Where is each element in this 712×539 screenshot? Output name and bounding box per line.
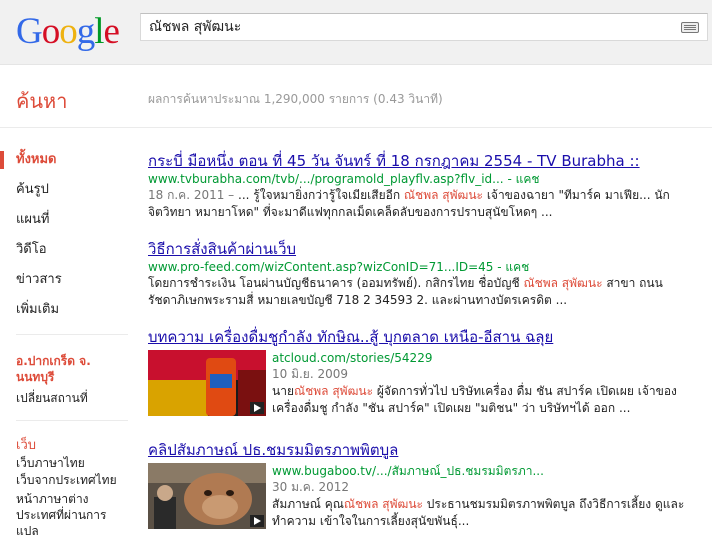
result-date: 18 ก.ค. 2011 – (148, 188, 235, 202)
result-item: คลิปสัมภาษณ์ ปธ.ชมรมมิตรภาพพิตบูล www.bu… (148, 441, 708, 533)
result-item: บทความ เครื่องดื่มชูกำลัง ทักษิณ..สู้ บุ… (148, 328, 708, 420)
logo-letter: G (16, 11, 43, 52)
sidebar: ทั้งหมด ค้นรูป แผนที่ วิดีโอ ข่าวสาร เพิ… (0, 145, 130, 325)
snippet-text: ... รู้ใจหมายิ่งกว่ารู้ใจเมียเสียอีก (234, 188, 404, 202)
result-snippet: นายณัชพล สุพัฒนะ ผู้จัดการทั่วไป บริษัทเ… (272, 383, 708, 417)
play-icon (250, 515, 264, 527)
result-stats: ผลการค้นหาประมาณ 1,290,000 รายการ (0.43 … (148, 92, 443, 106)
result-url: atcloud.com/stories/54229 (272, 351, 433, 365)
result-date-text: 10 มิ.ย. 2009 (272, 367, 349, 381)
keyboard-icon[interactable] (681, 22, 699, 33)
nav-item-all[interactable]: ทั้งหมด (0, 145, 130, 175)
change-location-link[interactable]: เปลี่ยนสถานที่ (16, 389, 88, 408)
sidebar-divider (16, 420, 128, 421)
logo-letter: g (76, 11, 95, 52)
logo-letter: o (59, 11, 77, 52)
result-body: atcloud.com/stories/54229 10 มิ.ย. 2009 … (148, 350, 708, 420)
top-bar: Google (0, 0, 712, 65)
snippet-text: สัมภาษณ์ คุณ (272, 497, 344, 511)
snippet-highlight: ณัชพล สุพัฒนะ (293, 384, 374, 398)
section-title: ค้นหา (16, 89, 68, 113)
result-url: www.bugaboo.tv/.../สัมภาษณ์_ปธ.ชมรมมิตรภ… (272, 464, 544, 478)
result-body: www.bugaboo.tv/.../สัมภาษณ์_ปธ.ชมรมมิตรภ… (148, 463, 708, 533)
nav-item-videos[interactable]: วิดีโอ (0, 235, 130, 265)
search-input[interactable] (149, 14, 669, 40)
web-option-from-thailand[interactable]: เว็บจากประเทศไทย (16, 472, 117, 488)
result-item: วิธีการสั่งสินค้าผ่านเว็บ www.pro-feed.c… (148, 240, 708, 309)
snippet-highlight: ณัชพล สุพัฒนะ (403, 188, 483, 202)
video-thumbnail[interactable] (148, 463, 266, 529)
result-title-link[interactable]: วิธีการสั่งสินค้าผ่านเว็บ (148, 240, 708, 259)
snippet-text: โดยการชำระเงิน โอนผ่านบัญชีธนาคาร (ออมทร… (148, 276, 524, 290)
logo-letter: e (103, 11, 120, 52)
energy-drink-image (148, 350, 266, 416)
result-text: www.bugaboo.tv/.../สัมภาษณ์_ปธ.ชมรมมิตรภ… (272, 463, 708, 530)
result-url: www.pro-feed.com/wizContent.asp?wizConID… (148, 259, 708, 275)
search-box[interactable] (140, 13, 708, 41)
snippet-text: นาย (272, 384, 294, 398)
result-url-text: www.tvburabha.com/tvb/.../programold_pla… (148, 172, 504, 186)
logo-letter: l (94, 11, 104, 52)
pitbull-dog-image (148, 463, 266, 529)
result-date: 30 ม.ค. 2012 (272, 479, 708, 496)
nav-item-more[interactable]: เพิ่มเติม (0, 295, 130, 325)
result-url: www.tvburabha.com/tvb/.../programold_pla… (148, 171, 708, 187)
result-item: กระบี่ มือหนึ่ง ตอน ที่ 45 วัน จันทร์ ที… (148, 152, 708, 221)
result-snippet: 18 ก.ค. 2011 – ... รู้ใจหมายิ่งกว่ารู้ใจ… (148, 187, 708, 221)
google-logo[interactable]: Google (16, 10, 120, 53)
results-header: ค้นหา ผลการค้นหาประมาณ 1,290,000 รายการ … (0, 65, 712, 128)
result-text: atcloud.com/stories/54229 10 มิ.ย. 2009 … (272, 350, 708, 417)
web-filter-title[interactable]: เว็บ (16, 434, 36, 455)
sidebar-divider (16, 334, 128, 335)
logo-letter: o (41, 11, 60, 52)
result-snippet: สัมภาษณ์ คุณณัชพล สุพัฒนะ ประธานชมรมมิตร… (272, 496, 708, 530)
play-icon (250, 402, 264, 414)
snippet-highlight: ณัชพล สุพัฒนะ (523, 276, 603, 290)
result-date-text: 30 ม.ค. 2012 (272, 480, 350, 494)
result-title-link[interactable]: กระบี่ มือหนึ่ง ตอน ที่ 45 วัน จันทร์ ที… (148, 152, 708, 171)
result-snippet: โดยการชำระเงิน โอนผ่านบัญชีธนาคาร (ออมทร… (148, 275, 708, 309)
nav-item-news[interactable]: ข่าวสาร (0, 265, 130, 295)
result-url-text: www.pro-feed.com/wizContent.asp?wizConID… (148, 260, 494, 274)
web-option-translated[interactable]: หน้าภาษาต่าง ประเทศที่ผ่านการ แปล (16, 491, 124, 539)
web-option-thai[interactable]: เว็บภาษาไทย (16, 455, 85, 471)
nav-item-maps[interactable]: แผนที่ (0, 205, 130, 235)
result-title-link[interactable]: คลิปสัมภาษณ์ ปธ.ชมรมมิตรภาพพิตบูล (148, 441, 708, 460)
result-date: 10 มิ.ย. 2009 (272, 366, 708, 383)
video-thumbnail[interactable] (148, 350, 266, 416)
nav-item-images[interactable]: ค้นรูป (0, 175, 130, 205)
cache-link[interactable]: - แคช (497, 260, 529, 274)
result-title-link[interactable]: บทความ เครื่องดื่มชูกำลัง ทักษิณ..สู้ บุ… (148, 328, 708, 347)
snippet-highlight: ณัชพล สุพัฒนะ (343, 497, 423, 511)
location-title: อ.ปากเกร็ด จ. นนทบุรี (16, 354, 91, 384)
cache-link[interactable]: - แคช (507, 172, 539, 186)
